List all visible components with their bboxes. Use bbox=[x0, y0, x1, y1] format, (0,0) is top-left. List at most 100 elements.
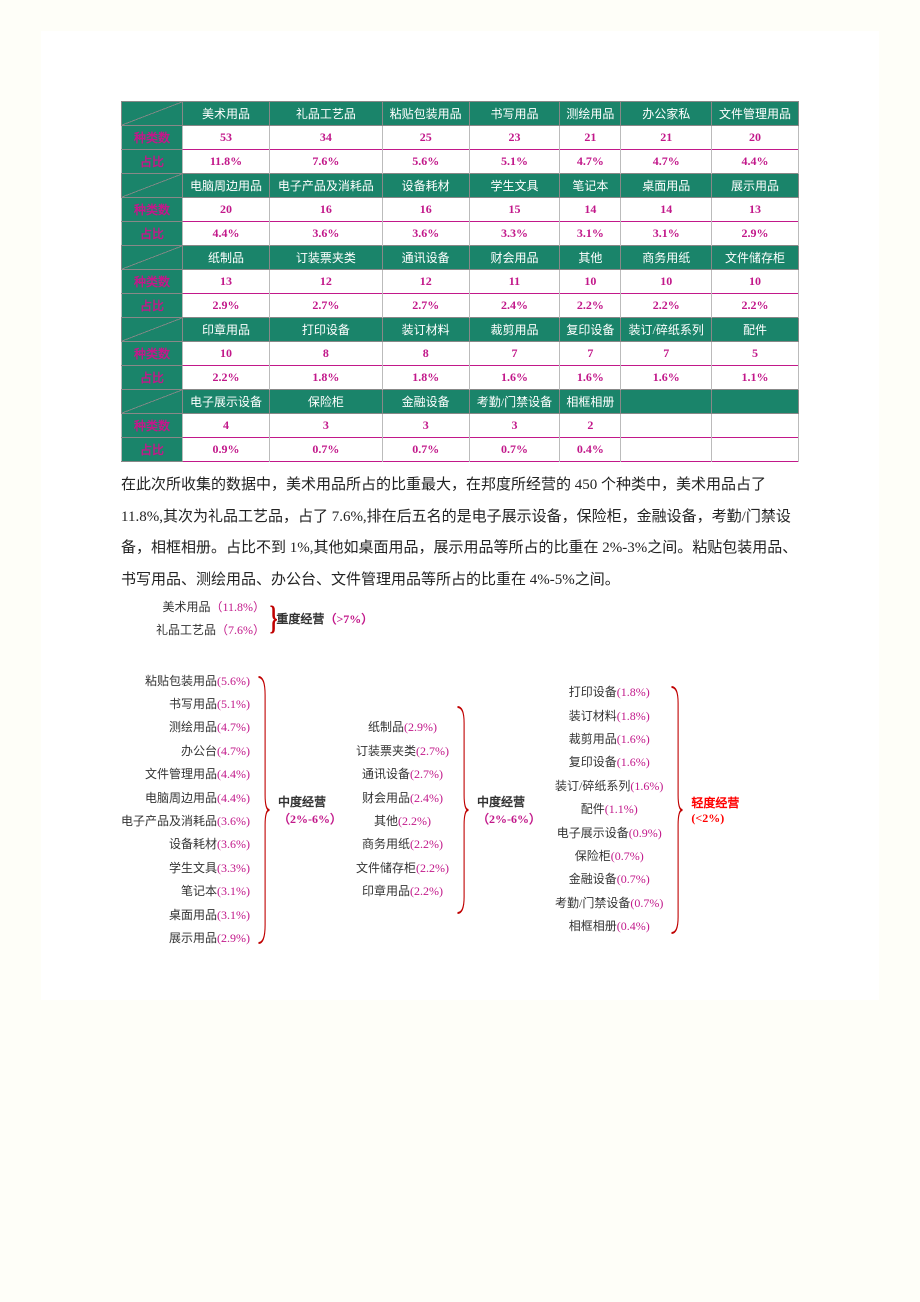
ratio-cell: 7.6% bbox=[269, 150, 382, 174]
cat-header: 桌面用品 bbox=[621, 174, 712, 198]
count-cell bbox=[621, 414, 712, 438]
cat-header: 通讯设备 bbox=[382, 246, 469, 270]
cat-header: 订装票夹类 bbox=[269, 246, 382, 270]
mid-light-groups: 粘贴包装用品(5.6%)书写用品(5.1%)测绘用品(4.7%)办公台(4.7%… bbox=[121, 670, 799, 951]
list-item: 设备耗材(3.6%) bbox=[121, 833, 250, 856]
corner-cell bbox=[122, 102, 183, 126]
list-item: 电子展示设备(0.9%) bbox=[555, 822, 663, 845]
cat-header: 电脑周边用品 bbox=[183, 174, 270, 198]
count-label: 种类数 bbox=[122, 414, 183, 438]
count-cell: 3 bbox=[269, 414, 382, 438]
count-cell: 13 bbox=[711, 198, 798, 222]
cat-header: 财会用品 bbox=[469, 246, 560, 270]
cat-header: 书写用品 bbox=[469, 102, 560, 126]
cat-header: 设备耗材 bbox=[382, 174, 469, 198]
heavy-label: 重度经营（>7%） bbox=[276, 610, 373, 627]
cat-header: 商务用纸 bbox=[621, 246, 712, 270]
ratio-cell: 2.7% bbox=[382, 294, 469, 318]
count-cell: 13 bbox=[183, 270, 270, 294]
ratio-cell: 2.2% bbox=[183, 366, 270, 390]
ratio-cell: 3.3% bbox=[469, 222, 560, 246]
count-label: 种类数 bbox=[122, 342, 183, 366]
ratio-cell: 2.2% bbox=[711, 294, 798, 318]
ratio-cell: 2.2% bbox=[621, 294, 712, 318]
count-cell: 14 bbox=[621, 198, 712, 222]
bracket-icon bbox=[257, 675, 270, 945]
count-label: 种类数 bbox=[122, 198, 183, 222]
list-item: 文件储存柜(2.2%) bbox=[356, 857, 449, 880]
ratio-cell: 1.1% bbox=[711, 366, 798, 390]
cat-header: 礼品工艺品 bbox=[269, 102, 382, 126]
count-cell: 25 bbox=[382, 126, 469, 150]
ratio-cell: 1.8% bbox=[382, 366, 469, 390]
count-cell: 5 bbox=[711, 342, 798, 366]
list-item: 保险柜(0.7%) bbox=[555, 845, 663, 868]
light-label: 轻度经营(<2%) bbox=[691, 794, 747, 826]
ratio-cell: 11.8% bbox=[183, 150, 270, 174]
count-cell bbox=[711, 414, 798, 438]
ratio-cell: 2.9% bbox=[711, 222, 798, 246]
cat-header: 展示用品 bbox=[711, 174, 798, 198]
cat-header: 电子产品及消耗品 bbox=[269, 174, 382, 198]
list-item: 办公台(4.7%) bbox=[121, 740, 250, 763]
bracket-icon bbox=[671, 685, 684, 935]
ratio-cell: 1.6% bbox=[469, 366, 560, 390]
count-cell: 7 bbox=[469, 342, 560, 366]
mid-label-b: 中度经营（2%-6%） bbox=[477, 793, 537, 827]
ratio-cell: 0.7% bbox=[469, 438, 560, 462]
ratio-cell: 3.1% bbox=[560, 222, 621, 246]
ratio-cell: 1.8% bbox=[269, 366, 382, 390]
list-item: 复印设备(1.6%) bbox=[555, 751, 663, 774]
count-cell: 16 bbox=[269, 198, 382, 222]
count-cell: 2 bbox=[560, 414, 621, 438]
count-cell: 4 bbox=[183, 414, 270, 438]
mid-col-b: 纸制品(2.9%)订装票夹类(2.7%)通讯设备(2.7%)财会用品(2.4%)… bbox=[356, 716, 449, 903]
ratio-label: 占比 bbox=[122, 366, 183, 390]
ratio-cell bbox=[621, 438, 712, 462]
cat-header: 美术用品 bbox=[183, 102, 270, 126]
cat-header: 相框相册 bbox=[560, 390, 621, 414]
list-item: 电子产品及消耗品(3.6%) bbox=[121, 810, 250, 833]
count-cell: 12 bbox=[269, 270, 382, 294]
cat-header: 装订材料 bbox=[382, 318, 469, 342]
ratio-cell: 0.4% bbox=[560, 438, 621, 462]
count-cell: 16 bbox=[382, 198, 469, 222]
cat-header: 电子展示设备 bbox=[183, 390, 270, 414]
corner-cell bbox=[122, 174, 183, 198]
count-cell: 10 bbox=[560, 270, 621, 294]
count-cell: 10 bbox=[621, 270, 712, 294]
mid-col-a: 粘贴包装用品(5.6%)书写用品(5.1%)测绘用品(4.7%)办公台(4.7%… bbox=[121, 670, 250, 951]
cat-header: 文件管理用品 bbox=[711, 102, 798, 126]
ratio-cell: 0.7% bbox=[382, 438, 469, 462]
ratio-cell: 3.6% bbox=[382, 222, 469, 246]
count-cell: 12 bbox=[382, 270, 469, 294]
list-item: 订装票夹类(2.7%) bbox=[356, 740, 449, 763]
bracket-icon bbox=[456, 705, 469, 915]
ratio-label: 占比 bbox=[122, 294, 183, 318]
list-item: 装订/碎纸系列(1.6%) bbox=[555, 775, 663, 798]
ratio-cell: 0.9% bbox=[183, 438, 270, 462]
cat-header: 学生文具 bbox=[469, 174, 560, 198]
bracket-icon: } bbox=[270, 596, 278, 642]
count-cell: 14 bbox=[560, 198, 621, 222]
ratio-label: 占比 bbox=[122, 222, 183, 246]
count-cell: 11 bbox=[469, 270, 560, 294]
ratio-cell: 2.2% bbox=[560, 294, 621, 318]
cat-header: 考勤/门禁设备 bbox=[469, 390, 560, 414]
list-item: 相框相册(0.4%) bbox=[555, 915, 663, 938]
cat-header: 裁剪用品 bbox=[469, 318, 560, 342]
mid-label-a: 中度经营（2%-6%） bbox=[278, 793, 338, 827]
list-item: 财会用品(2.4%) bbox=[356, 787, 449, 810]
count-cell: 53 bbox=[183, 126, 270, 150]
count-cell: 20 bbox=[711, 126, 798, 150]
list-item: 金融设备(0.7%) bbox=[555, 868, 663, 891]
ratio-cell: 0.7% bbox=[269, 438, 382, 462]
list-item: 笔记本(3.1%) bbox=[121, 880, 250, 903]
list-item: 礼品工艺品（7.6%） bbox=[156, 619, 265, 642]
ratio-cell: 3.6% bbox=[269, 222, 382, 246]
ratio-cell: 3.1% bbox=[621, 222, 712, 246]
ratio-cell: 4.4% bbox=[183, 222, 270, 246]
count-cell: 3 bbox=[382, 414, 469, 438]
list-item: 商务用纸(2.2%) bbox=[356, 833, 449, 856]
count-label: 种类数 bbox=[122, 126, 183, 150]
